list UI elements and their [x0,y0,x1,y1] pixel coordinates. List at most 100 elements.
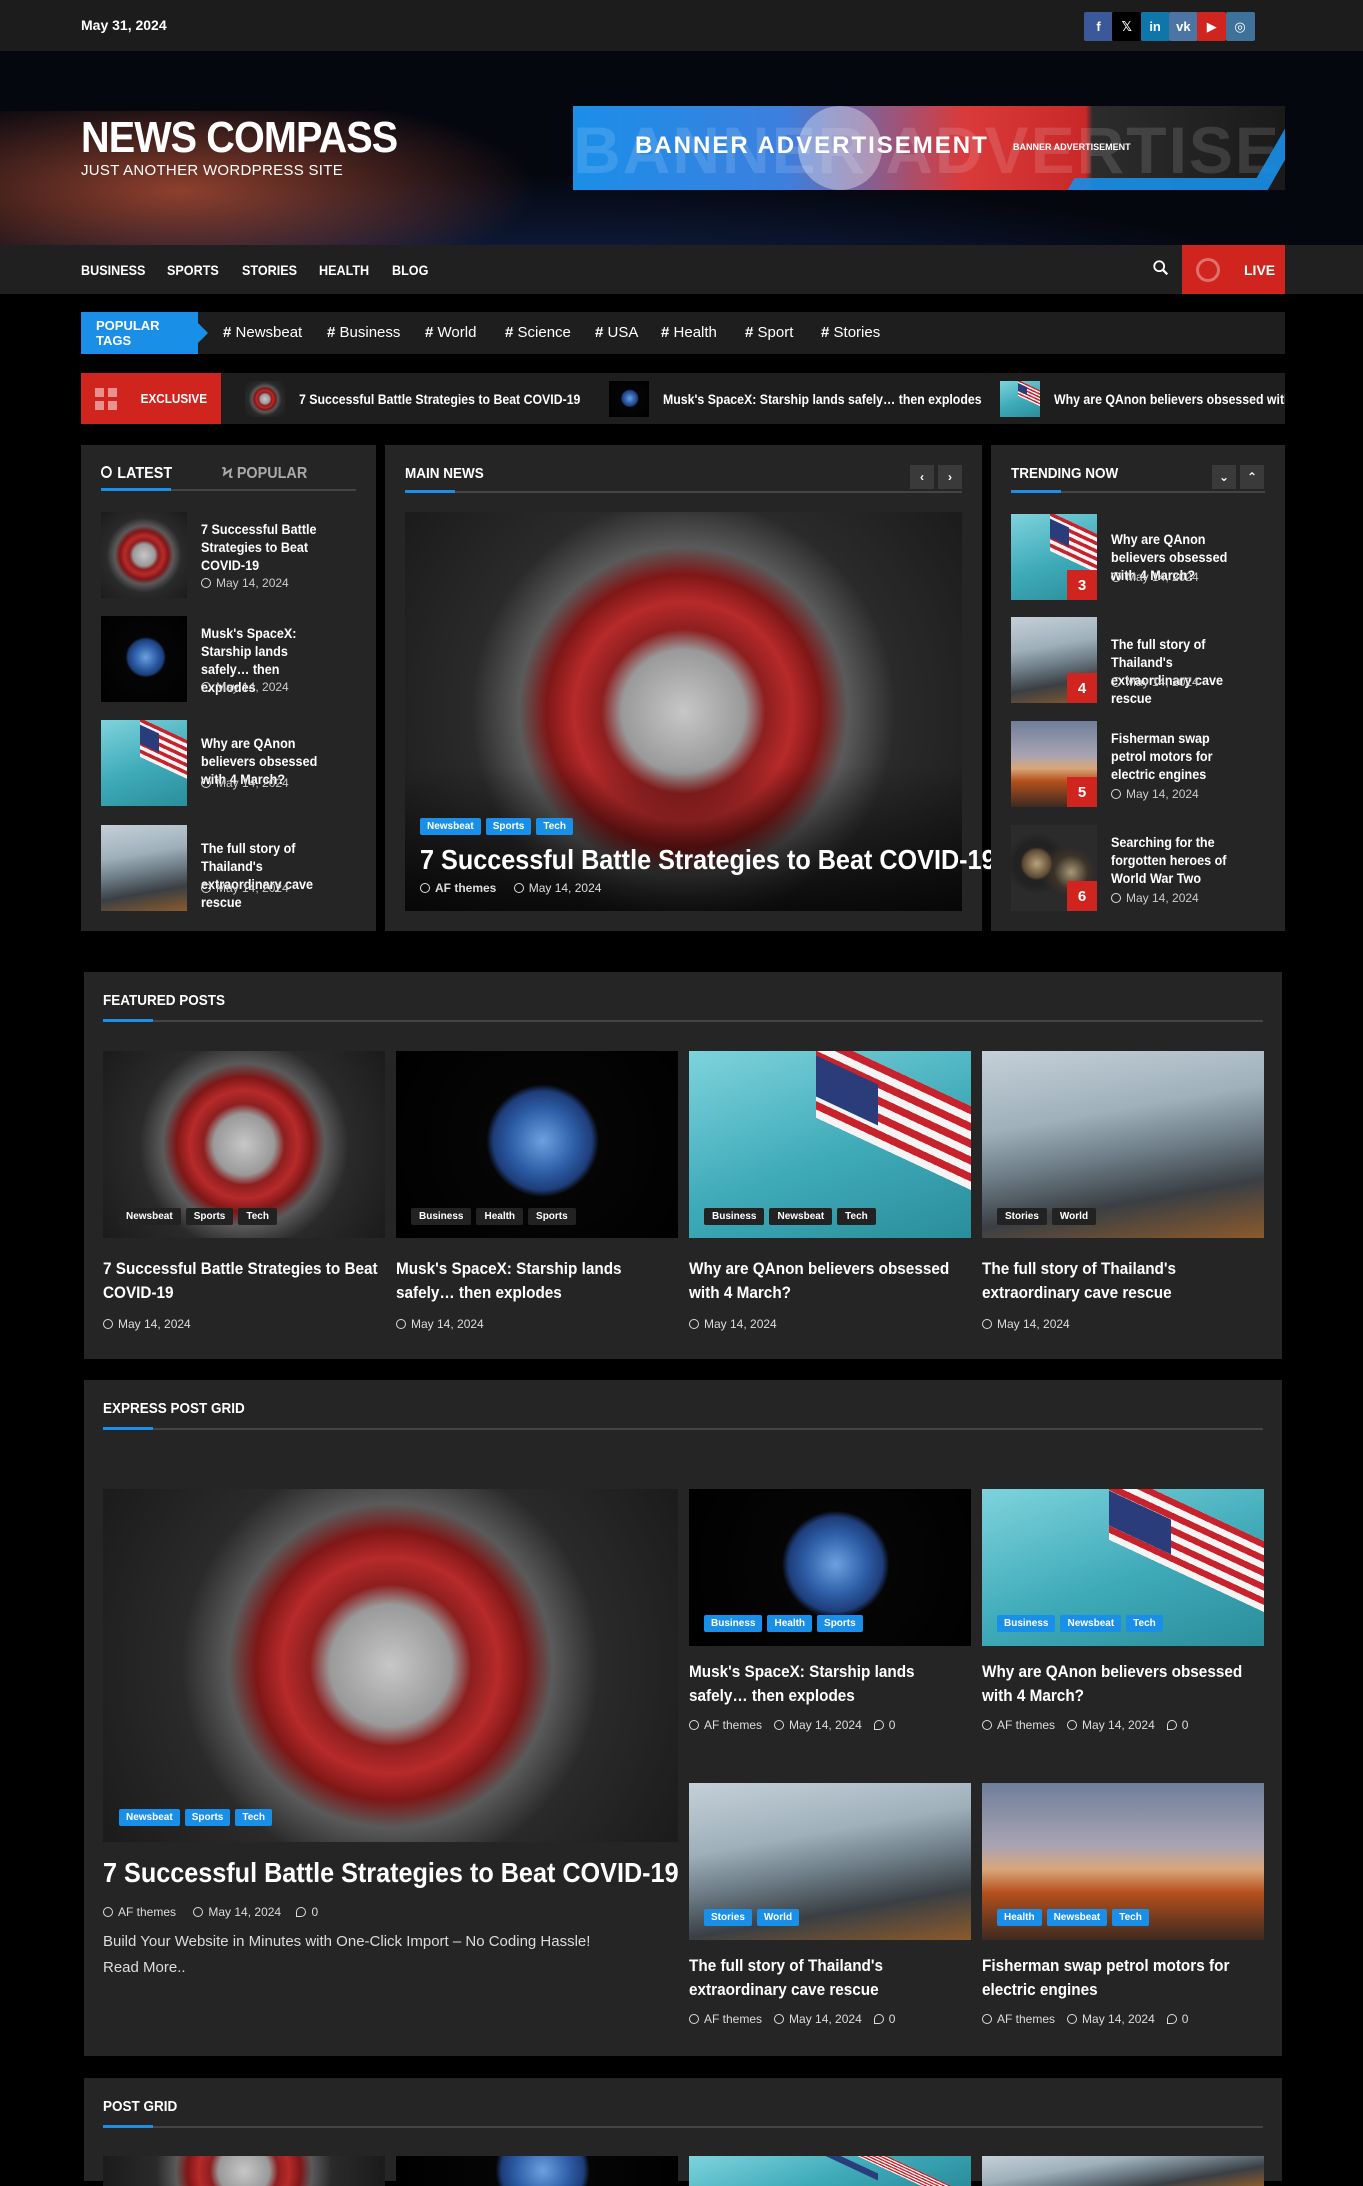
express-main-image[interactable] [103,1489,678,1842]
post-grid-image[interactable] [982,2156,1264,2186]
category-badge[interactable]: Newsbeat [119,1809,180,1826]
category-badge[interactable]: Sports [184,1809,231,1826]
express-main-title[interactable]: 7 Successful Battle Strategies to Beat C… [103,1856,679,1890]
tag-link[interactable]: # Health [661,324,717,341]
category-badge[interactable]: Tech [1126,1615,1163,1632]
post-title[interactable]: Fisherman swap petrol motors for electri… [1111,729,1228,783]
latest-item[interactable]: 7 Successful Battle Strategies to Beat C… [101,512,356,598]
tag-link[interactable]: # Business [327,324,400,341]
post-title[interactable]: The full story of Thailand's extraordina… [982,1257,1264,1305]
post-title[interactable]: Musk's SpaceX: Starship lands safely… th… [689,1660,971,1708]
category-badge[interactable]: Business [997,1615,1056,1632]
category-badge[interactable]: Stories [997,1208,1047,1225]
hash-icon: # [425,324,438,341]
category-badge[interactable]: Sports [185,1208,234,1225]
post-title[interactable]: Why are QAnon believers obsessed with 4 … [982,1660,1264,1708]
banner-advertisement[interactable]: BANNER ADVERTISEMENT BANNER ADVERTISEMEN… [573,106,1285,190]
express-grid-section: EXPRESS POST GRID Newsbeat Sports Tech 7 S… [84,1380,1282,2056]
category-badge[interactable]: Tech [1112,1909,1149,1926]
category-badge[interactable]: Stories [704,1909,752,1926]
category-badge[interactable]: Sports [817,1615,863,1632]
tag-link[interactable]: # Newsbeat [223,324,302,341]
instagram-icon[interactable]: ◎ [1225,12,1255,41]
live-button[interactable]: LIVE [1182,245,1285,294]
post-title[interactable]: Musk's SpaceX: Starship lands safely… th… [396,1257,678,1305]
author-name[interactable]: AF themes [997,2012,1055,2026]
facebook-icon[interactable]: f [1084,12,1113,41]
nav-item-health[interactable]: HEALTH [319,262,369,278]
nav-item-stories[interactable]: STORIES [242,262,297,278]
chevron-down-icon[interactable]: ⌄ [1212,465,1236,489]
post-title[interactable]: The full story of Thailand's extraordina… [201,839,318,911]
exclusive-label: EXCLUSIVE [140,391,208,406]
tag-link[interactable]: # World [425,324,476,341]
ticker-item[interactable]: Why are QAnon believers obsessed with 4 … [1000,381,1285,417]
category-badge[interactable]: Health [476,1208,524,1225]
post-title[interactable]: 7 Successful Battle Strategies to Beat C… [103,1257,385,1305]
tab-latest[interactable]: LATEST [101,465,172,483]
trending-item[interactable]: 4 The full story of Thailand's extraordi… [1011,617,1265,706]
ticker-item[interactable]: Musk's SpaceX: Starship lands safely… th… [609,381,1025,417]
category-badge[interactable]: Health [997,1909,1042,1926]
latest-item[interactable]: The full story of Thailand's extraordina… [101,825,356,911]
trending-item[interactable]: 3 Why are QAnon believers obsessed with … [1011,514,1265,600]
category-badge[interactable]: Newsbeat [118,1208,181,1225]
post-title[interactable]: The full story of Thailand's extraordina… [689,1954,971,2002]
chevron-up-icon[interactable]: ⌃ [1240,465,1264,489]
category-badge[interactable]: Business [411,1208,472,1225]
chevron-left-icon[interactable]: ‹ [910,465,934,489]
category-badge[interactable]: World [756,1909,800,1926]
category-badge[interactable]: Business [704,1208,765,1225]
nav-item-blog[interactable]: BLOG [392,262,428,278]
read-more-link[interactable]: Read More.. [103,1959,186,1976]
post-grid-image[interactable] [689,2156,971,2186]
category-badge[interactable]: Sports [528,1208,576,1225]
site-title[interactable]: NEWS COMPASS [81,113,398,163]
category-badge[interactable]: Newsbeat [769,1208,833,1225]
author-name[interactable]: AF themes [997,1718,1055,1732]
search-icon[interactable] [1152,259,1170,277]
tab-popular[interactable]: ϟ POPULAR [222,465,307,483]
author-name[interactable]: AF themes [704,1718,762,1732]
category-badge[interactable]: Newsbeat [420,818,481,835]
post-title[interactable]: Why are QAnon believers obsessed with 4 … [689,1257,971,1305]
trending-item[interactable]: 6 Searching for the forgotten heroes of … [1011,825,1265,911]
category-badge[interactable]: Newsbeat [1046,1909,1108,1926]
category-badge[interactable]: Tech [235,1809,272,1826]
category-badge[interactable]: Health [767,1615,813,1632]
vk-icon[interactable]: vk [1168,12,1198,41]
chevron-right-icon[interactable]: › [938,465,962,489]
post-title[interactable]: Searching for the forgotten heroes of Wo… [1111,833,1255,887]
main-news-headline[interactable]: 7 Successful Battle Strategies to Beat C… [420,844,996,876]
tag-link[interactable]: # Sport [745,324,793,341]
category-badge[interactable]: Tech [238,1208,277,1225]
tag-link[interactable]: # USA [595,324,638,341]
post-title[interactable]: The full story of Thailand's extraordina… [1111,635,1255,707]
ticker-item[interactable]: 7 Successful Battle Strategies to Beat C… [245,381,619,417]
category-badge[interactable]: Tech [536,818,573,835]
x-twitter-icon[interactable]: 𝕏 [1112,12,1142,41]
post-grid-image[interactable] [103,2156,385,2186]
post-title[interactable]: Fisherman swap petrol motors for electri… [982,1954,1264,2002]
category-badge[interactable]: World [1051,1208,1097,1225]
category-badge[interactable]: Sports [485,818,532,835]
youtube-icon[interactable]: ▶ [1197,12,1227,41]
author-name[interactable]: AF themes [435,881,496,895]
nav-item-sports[interactable]: SPORTS [167,262,219,278]
latest-item[interactable]: Why are QAnon believers obsessed with 4 … [101,720,356,806]
category-badge[interactable]: Business [704,1615,763,1632]
tag-link[interactable]: # Stories [821,324,880,341]
latest-item[interactable]: Musk's SpaceX: Starship lands safely… th… [101,616,356,702]
card-categories: Stories World [997,1206,1101,1225]
author-name[interactable]: AF themes [118,1905,176,1919]
author-name[interactable]: AF themes [704,2012,762,2026]
nav-item-business[interactable]: BUSINESS [81,262,145,278]
banner-main-text: BANNER ADVERTISEMENT [635,132,989,159]
post-grid-image[interactable] [396,2156,678,2186]
category-badge[interactable]: Newsbeat [1060,1615,1122,1632]
tag-link[interactable]: # Science [505,324,571,341]
post-title[interactable]: 7 Successful Battle Strategies to Beat C… [201,520,318,574]
trending-item[interactable]: 5 Fisherman swap petrol motors for elect… [1011,721,1265,807]
linkedin-icon[interactable]: in [1140,12,1170,41]
category-badge[interactable]: Tech [837,1208,876,1225]
